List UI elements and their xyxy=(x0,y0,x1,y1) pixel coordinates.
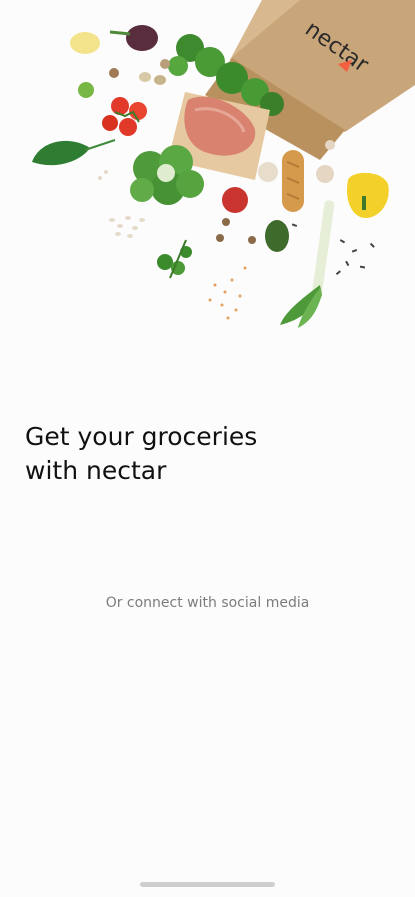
avocado xyxy=(265,220,289,252)
hazelnuts xyxy=(216,218,256,244)
headline-line-1: Get your groceries xyxy=(25,422,258,451)
lentils xyxy=(208,266,247,320)
spinach-leaf xyxy=(32,140,90,166)
herb-sprig xyxy=(157,239,192,279)
quail-eggs xyxy=(109,59,170,85)
groceries-illustration: nectar xyxy=(32,0,415,328)
home-indicator-bar[interactable] xyxy=(140,882,275,887)
social-media-prompt: Or connect with social media xyxy=(105,595,310,611)
cherry-tomatoes xyxy=(102,97,147,136)
red-apple xyxy=(222,187,248,213)
lemon xyxy=(70,32,100,54)
baguette xyxy=(282,150,304,212)
hero-grocery-image: nectar xyxy=(0,0,415,380)
black-seeds xyxy=(291,223,375,276)
onboarding-headline: Get your groceries with nectar xyxy=(25,420,385,488)
eggplant xyxy=(109,25,158,51)
lime xyxy=(78,82,94,98)
yellow-pepper xyxy=(346,172,389,218)
leek xyxy=(280,200,335,328)
headline-line-2: with nectar xyxy=(25,456,167,485)
